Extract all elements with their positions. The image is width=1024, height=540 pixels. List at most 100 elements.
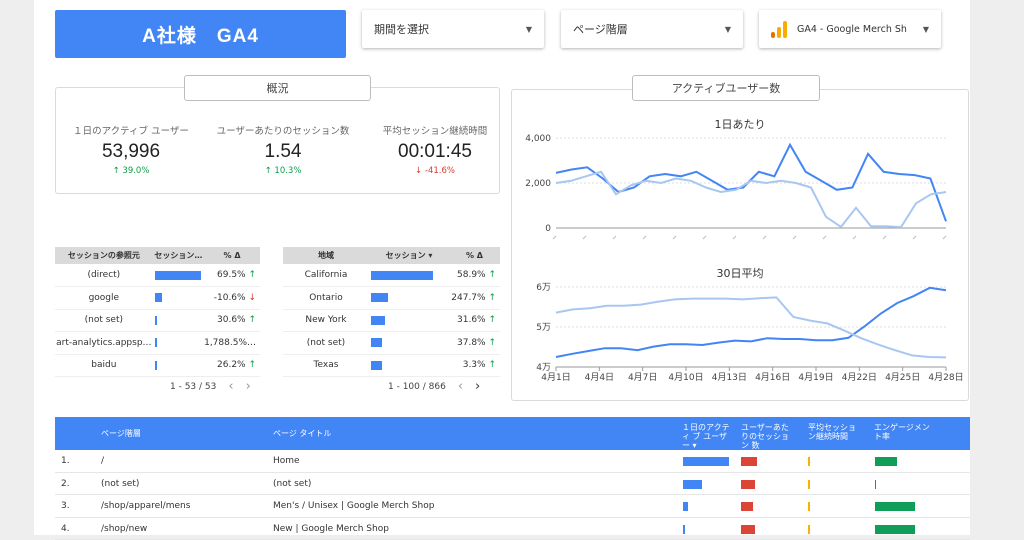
row-name: Texas	[283, 354, 369, 377]
page-title-cell: New | Google Merch Shop	[273, 524, 389, 534]
row-name: google	[55, 287, 153, 310]
table-row[interactable]: New York31.6% ↑	[283, 309, 500, 332]
region-table: 地域 セッション ▾ % Δ California58.9% ↑Ontario 2…	[283, 247, 500, 377]
delta-value: 30.6%	[217, 315, 246, 325]
duration-bar	[808, 480, 810, 489]
column-header-sessions[interactable]: セッション ▾	[369, 247, 449, 264]
column-header-source[interactable]: セッションの参照元	[55, 247, 153, 264]
delta-value: 247.7%	[451, 293, 485, 303]
session-bar	[155, 271, 201, 280]
analytics-logo-icon	[771, 20, 787, 38]
page-title-cell: Men's / Unisex | Google Merch Shop	[273, 501, 434, 511]
engagement-bar	[875, 457, 897, 466]
table-row[interactable]: baidu26.2% ↑	[55, 354, 260, 377]
x-tick-label: 4月19日	[798, 372, 833, 383]
active-users-title: アクティブユーザー数	[632, 75, 820, 101]
table-row[interactable]: 1./Home	[55, 450, 970, 473]
series-line-1	[556, 145, 946, 222]
row-bar-cell	[153, 354, 204, 377]
column-header-duration[interactable]: 平均セッション継続時間	[808, 423, 860, 441]
caret-down-icon: ▼	[526, 25, 532, 34]
kpi-delta: ↓ -41.6%	[350, 166, 520, 176]
arrow-up-icon: ↑	[486, 360, 496, 370]
column-header-dau[interactable]: １日のアクティ ブ ユーザー ▾	[682, 423, 734, 450]
x-tick-label: 4月22日	[842, 372, 877, 383]
column-header-delta[interactable]: % Δ	[204, 247, 260, 264]
page-path: /shop/new	[101, 524, 147, 534]
page-level-label: ページ階層	[573, 21, 719, 37]
column-header-path[interactable]: ページ階層	[101, 429, 141, 438]
session-bar	[371, 338, 382, 347]
column-header-engagement[interactable]: エンゲージメン ト率	[874, 423, 934, 441]
column-header-spu[interactable]: ユーザーあた りのセッション 数	[741, 423, 793, 450]
y-tick-label: 2,000	[525, 179, 551, 189]
row-name: Ontario	[283, 287, 369, 310]
row-bar-cell	[153, 264, 204, 287]
dau-bar	[683, 525, 685, 534]
table-row[interactable]: (not set)30.6% ↑	[55, 309, 260, 332]
kpi-label: １日のアクティブ ユーザー	[46, 123, 216, 137]
table-row[interactable]: 4. /shop/new New | Google Merch Shop	[55, 518, 970, 540]
kpi-daily-active-users: １日のアクティブ ユーザー 53,996 ↑ 39.0%	[46, 123, 216, 176]
property-dropdown[interactable]: GA4 - Google Merch Sh ▼	[759, 10, 941, 48]
x-tick	[823, 236, 826, 239]
column-header-region[interactable]: 地域	[283, 247, 369, 264]
x-tick-label: 4月10日	[668, 372, 703, 383]
session-bar	[155, 361, 157, 370]
series-line-2	[556, 172, 946, 227]
table-row[interactable]: California58.9% ↑	[283, 264, 500, 287]
kpi-delta: ↑ 10.3%	[198, 166, 368, 176]
session-bar	[371, 271, 433, 280]
row-name: art-analytics.appsp…	[55, 332, 153, 355]
table-row[interactable]: (direct)69.5% ↑	[55, 264, 260, 287]
delta-value: 31.6%	[457, 315, 486, 325]
daily-active-users-chart: 02,0004,000	[511, 128, 969, 246]
column-header-delta[interactable]: % Δ	[449, 247, 500, 264]
chevron-right-icon[interactable]: ›	[475, 379, 480, 394]
table-row[interactable]: 2.(not set)(not set)	[55, 473, 970, 496]
table-row[interactable]: (not set)37.8% ↑	[283, 332, 500, 355]
arrow-up-icon: ↑	[246, 270, 256, 280]
overview-title: 概況	[184, 75, 371, 101]
table-row[interactable]: google-10.6% ↓	[55, 287, 260, 310]
x-tick-label: 4月1日	[541, 372, 570, 383]
table-row[interactable]: Ontario 247.7% ↑	[283, 287, 500, 310]
arrow-down-icon: ↓	[415, 166, 425, 176]
x-tick	[643, 236, 646, 239]
engagement-bar	[875, 502, 915, 511]
chevron-left-icon[interactable]: ‹	[228, 379, 233, 394]
x-tick	[613, 236, 616, 239]
session-bar	[155, 316, 157, 325]
arrow-up-icon: ↑	[246, 360, 256, 370]
table-row[interactable]: Texas 3.3% ↑	[283, 354, 500, 377]
y-tick-label: 4万	[536, 363, 551, 373]
row-name: baidu	[55, 354, 153, 377]
row-name: (not set)	[283, 332, 369, 355]
arrow-up-icon: ↑	[113, 166, 123, 176]
row-delta: 247.7% ↑	[449, 287, 500, 310]
delta-value: 3.3%	[463, 360, 486, 370]
chevron-right-icon[interactable]: ›	[246, 379, 251, 394]
session-bar	[371, 293, 388, 302]
chevron-left-icon[interactable]: ‹	[458, 379, 463, 394]
arrow-down-icon: ↓	[246, 293, 256, 303]
date-range-dropdown[interactable]: 期間を選択 ▼	[362, 10, 544, 48]
page-level-dropdown[interactable]: ページ階層 ▼	[561, 10, 743, 48]
sessions-per-user-bar	[741, 457, 757, 466]
row-name: (direct)	[55, 264, 153, 287]
page-path: (not set)	[101, 479, 139, 489]
y-tick-label: 0	[545, 224, 551, 234]
column-header-sessions[interactable]: セッション…	[153, 247, 204, 264]
row-number: 4.	[61, 524, 70, 534]
x-tick	[943, 236, 946, 239]
dau-bar	[683, 480, 702, 489]
pager-text: 1 - 53 / 53	[170, 382, 216, 392]
table-row[interactable]: art-analytics.appsp…1,788.5%…	[55, 332, 260, 355]
arrow-up-icon: ↑	[246, 315, 256, 325]
column-header-title[interactable]: ページ タイトル	[273, 429, 331, 438]
row-delta: 3.3% ↑	[449, 354, 500, 377]
source-table-pager: 1 - 53 / 53 ‹ ›	[170, 379, 251, 394]
table-row[interactable]: 3./shop/apparel/mensMen's / Unisex | Goo…	[55, 495, 970, 518]
x-tick	[763, 236, 766, 239]
pager-text: 1 - 100 / 866	[388, 382, 446, 392]
